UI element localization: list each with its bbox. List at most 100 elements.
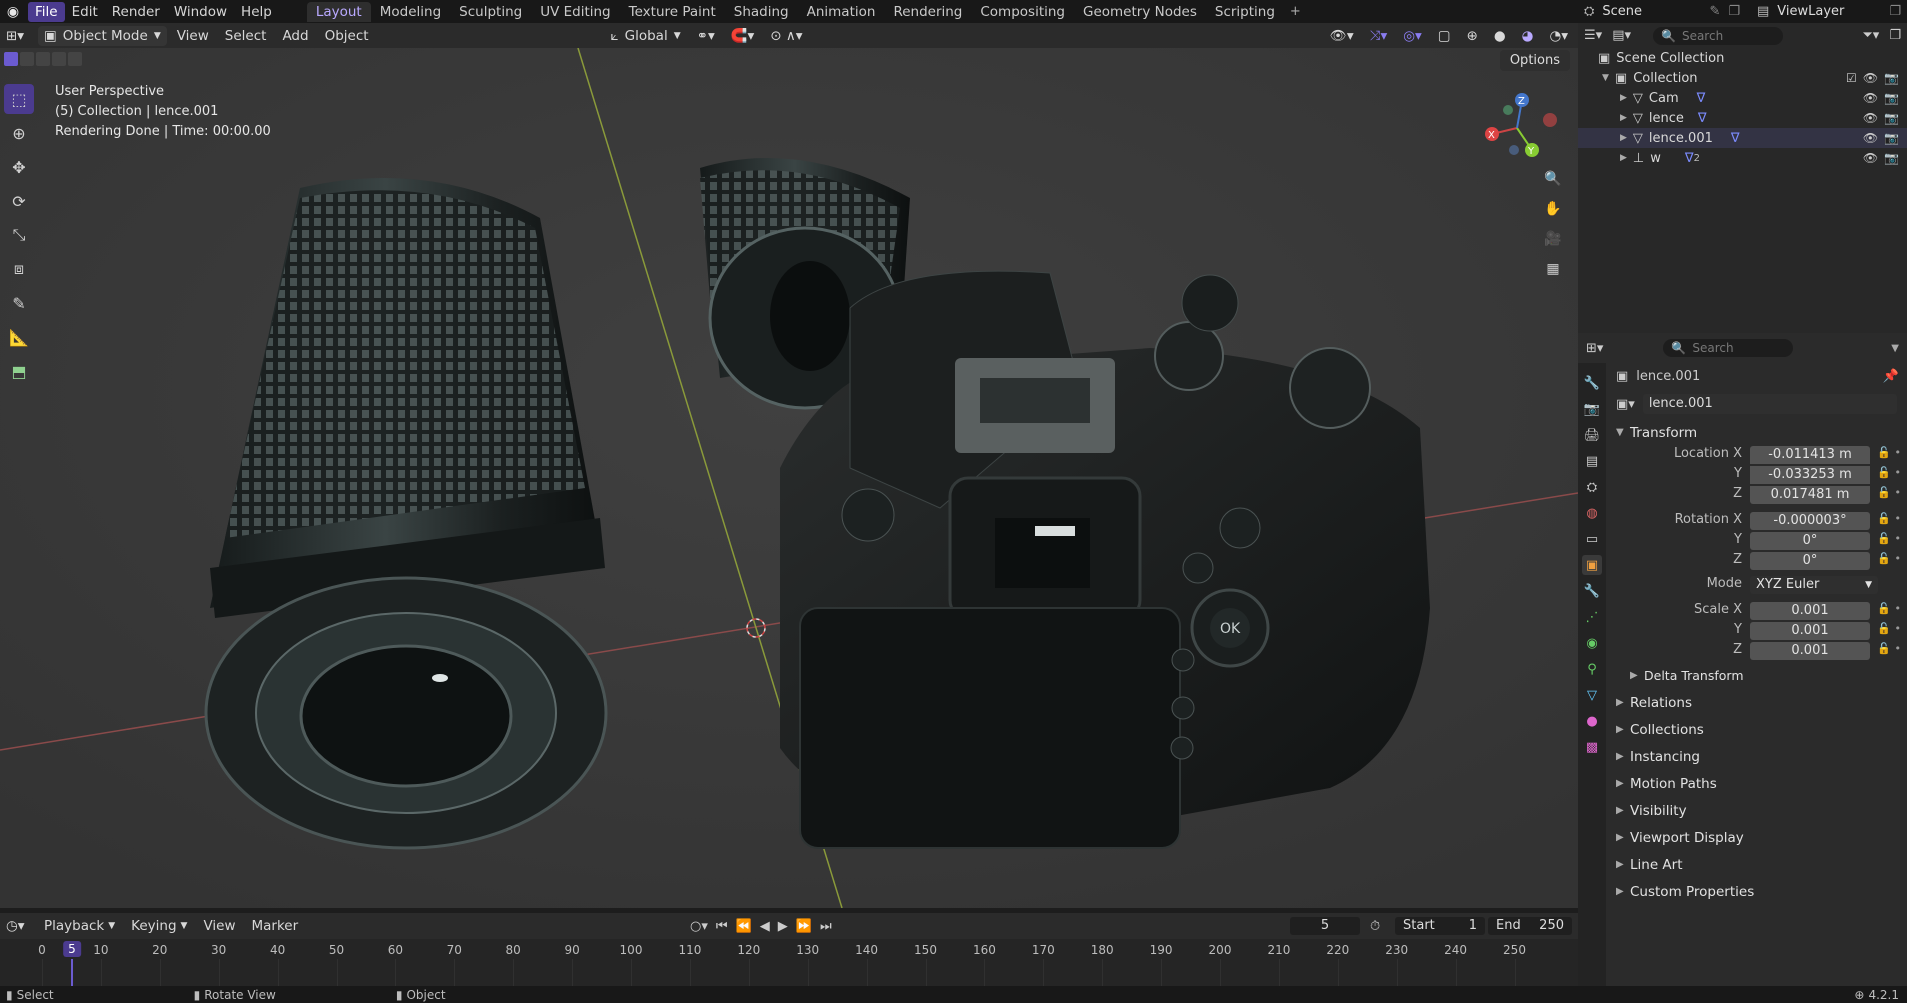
outliner-row-scene-collection[interactable]: ▣ Scene Collection <box>1578 48 1907 68</box>
select-intersect-icon[interactable] <box>52 52 66 66</box>
properties-editor-icon[interactable]: ⊞▾ <box>1586 341 1603 356</box>
jump-start-icon[interactable]: ⏮ <box>716 919 728 934</box>
select-subtract-icon[interactable] <box>36 52 50 66</box>
expand-chevron-icon[interactable]: ▶ <box>1620 133 1627 143</box>
eye-icon[interactable]: 👁 <box>1863 151 1878 165</box>
visibility-panel-header[interactable]: ▶ Visibility <box>1606 797 1907 824</box>
select-invert-icon[interactable] <box>68 52 82 66</box>
lock-icon[interactable]: 🔓 • <box>1877 532 1901 545</box>
checkbox-icon[interactable]: ☑ <box>1846 71 1857 85</box>
eye-icon[interactable]: 👁 <box>1863 131 1878 145</box>
timeline-editor-type-icon[interactable]: ◷▾ <box>0 916 34 936</box>
lock-icon[interactable]: 🔓 • <box>1877 602 1901 615</box>
object-menu[interactable]: Object <box>319 26 375 46</box>
outliner-row-w[interactable]: ▶ ⊥ w ∇ 2 👁 📷 <box>1578 148 1907 168</box>
playhead-frame-indicator[interactable]: 5 <box>63 941 81 957</box>
cursor-tool-icon[interactable]: ⊕ <box>4 118 34 148</box>
gizmo-neg-x-icon[interactable] <box>1543 113 1557 127</box>
measure-tool-icon[interactable]: 📐 <box>4 322 34 352</box>
add-workspace-icon[interactable]: + <box>1284 2 1307 22</box>
perspective-toggle-icon[interactable]: ▦ <box>1542 258 1564 280</box>
tab-scripting[interactable]: Scripting <box>1206 2 1284 22</box>
view-menu[interactable]: View <box>171 26 215 46</box>
gizmo-icon[interactable]: ⤨▾ <box>1364 26 1394 46</box>
camera-icon[interactable]: 📷 <box>1884 91 1899 105</box>
eye-icon[interactable]: 👁 <box>1863 111 1878 125</box>
particles-tab-icon[interactable]: ⋰ <box>1582 607 1602 627</box>
outliner-row-lence-001[interactable]: ▶ ▽ lence.001 ∇ 👁 📷 <box>1578 128 1907 148</box>
object-type-dropdown-icon[interactable]: ▣▾ <box>1616 397 1635 412</box>
stopwatch-icon[interactable]: ⏱ <box>1370 919 1380 934</box>
snap-icon[interactable]: 🧲▾ <box>725 26 761 46</box>
material-tab-icon[interactable]: ● <box>1582 711 1602 731</box>
outliner-search-input[interactable]: 🔍 Search <box>1653 26 1783 45</box>
collections-panel-header[interactable]: ▶ Collections <box>1606 716 1907 743</box>
outliner-row-cam[interactable]: ▶ ▽ Cam ∇ 👁 📷 <box>1578 88 1907 108</box>
gizmo-neg-y-icon[interactable] <box>1503 105 1513 115</box>
object-tab-icon[interactable]: ▣ <box>1582 555 1602 575</box>
camera-view-icon[interactable]: 🎥 <box>1542 228 1564 250</box>
add-cube-tool-icon[interactable]: ⬒ <box>4 356 34 386</box>
tab-sculpting[interactable]: Sculpting <box>450 2 531 22</box>
material-shading-icon[interactable]: ◕ <box>1516 26 1540 46</box>
lock-icon[interactable]: 🔓 • <box>1877 622 1901 635</box>
add-menu[interactable]: Add <box>276 26 314 46</box>
play-reverse-icon[interactable]: ◀ <box>760 919 770 934</box>
rotate-tool-icon[interactable]: ⟳ <box>4 186 34 216</box>
current-frame-field[interactable]: 5 <box>1290 917 1360 935</box>
transform-panel-header[interactable]: ▼ Transform <box>1606 419 1907 446</box>
data-tab-icon[interactable]: ▽ <box>1582 685 1602 705</box>
expand-chevron-icon[interactable]: ▶ <box>1620 93 1627 103</box>
options-dropdown[interactable]: Options <box>1499 50 1570 71</box>
tab-layout[interactable]: Layout <box>306 1 371 22</box>
jump-keyframe-back-icon[interactable]: ⏪ <box>736 919 752 934</box>
pan-hand-icon[interactable]: ✋ <box>1542 198 1564 220</box>
playback-menu[interactable]: Playback ▼ <box>38 916 121 936</box>
tab-modeling[interactable]: Modeling <box>371 2 450 22</box>
eye-icon[interactable]: 👁 <box>1863 71 1878 85</box>
expand-chevron-icon[interactable]: ▶ <box>1620 113 1627 123</box>
gizmo-neg-z-icon[interactable] <box>1509 145 1519 155</box>
overlay-icon[interactable]: ◎▾ <box>1397 26 1428 46</box>
visibility-icon[interactable]: 👁▾ <box>1324 26 1360 46</box>
menu-render[interactable]: Render <box>105 2 167 22</box>
transform-tool-icon[interactable]: ⧈ <box>4 254 34 284</box>
select-extend-icon[interactable] <box>20 52 34 66</box>
jump-end-icon[interactable]: ⏭ <box>820 919 832 934</box>
menu-file[interactable]: File <box>28 1 65 22</box>
outliner-row-collection[interactable]: ▼ ▣ Collection ☑ 👁 📷 <box>1578 68 1907 88</box>
timeline-view-menu[interactable]: View <box>197 916 241 936</box>
play-icon[interactable]: ▶ <box>778 919 788 934</box>
lock-icon[interactable]: 🔓 • <box>1877 486 1901 499</box>
rotation-z-field[interactable]: 0° <box>1750 552 1870 570</box>
pivot-point-icon[interactable]: ⚭▾ <box>691 26 721 46</box>
select-box-tool-icon[interactable]: ⬚ <box>4 84 34 114</box>
lock-icon[interactable]: 🔓 • <box>1877 446 1901 459</box>
tab-texture-paint[interactable]: Texture Paint <box>620 2 725 22</box>
tab-animation[interactable]: Animation <box>798 2 885 22</box>
copy-scene-icon[interactable]: ❐ <box>1728 4 1740 19</box>
scale-y-field[interactable]: 0.001 <box>1750 622 1870 640</box>
tool-tab-icon[interactable]: 🔧 <box>1582 373 1602 393</box>
lock-icon[interactable]: 🔓 • <box>1877 466 1901 479</box>
lock-icon[interactable]: 🔓 • <box>1877 642 1901 655</box>
move-tool-icon[interactable]: ✥ <box>4 152 34 182</box>
keying-menu[interactable]: Keying ▼ <box>125 916 193 936</box>
eye-icon[interactable]: 👁 <box>1863 91 1878 105</box>
start-frame-field[interactable]: Start 1 <box>1395 917 1485 935</box>
texture-tab-icon[interactable]: ▩ <box>1582 737 1602 757</box>
copy-viewlayer-icon[interactable]: ❐ <box>1889 4 1901 19</box>
select-menu[interactable]: Select <box>219 26 273 46</box>
wireframe-shading-icon[interactable]: ⊕ <box>1461 26 1484 46</box>
jump-keyframe-forward-icon[interactable]: ⏩ <box>796 919 812 934</box>
menu-edit[interactable]: Edit <box>65 2 105 22</box>
solid-shading-icon[interactable]: ● <box>1488 26 1512 46</box>
pin-icon[interactable]: 📌 <box>1883 369 1899 384</box>
output-tab-icon[interactable]: 🖨 <box>1582 425 1602 445</box>
filter-icon[interactable]: ⏷▾ <box>1862 28 1879 43</box>
outliner-editor-icon[interactable]: ☰▾ <box>1584 28 1602 43</box>
camera-icon[interactable]: 📷 <box>1884 131 1899 145</box>
proportional-edit-icon[interactable]: ⊙ ∧▾ <box>764 26 808 46</box>
xray-icon[interactable]: ▢ <box>1432 26 1457 46</box>
rotation-mode-dropdown[interactable]: XYZ Euler ▼ <box>1750 576 1878 594</box>
